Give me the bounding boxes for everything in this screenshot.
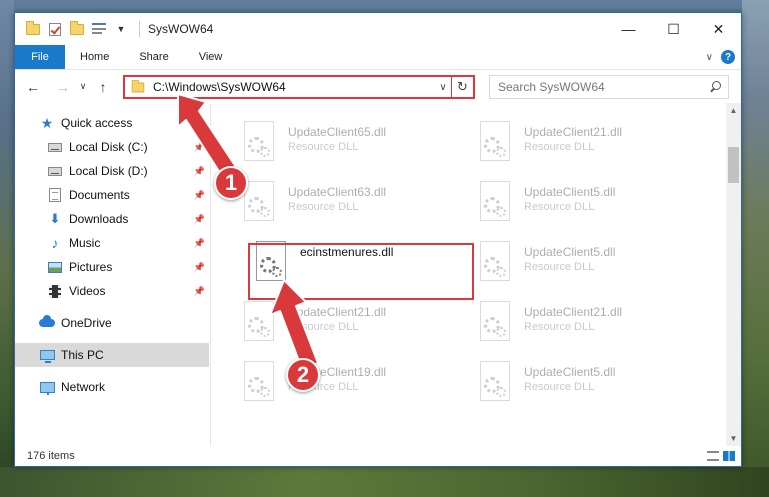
- annotation-badge-2: 2: [286, 358, 320, 392]
- annotation-arrows: [177, 93, 319, 370]
- arrow-2: [269, 279, 319, 370]
- arrow-1: [177, 93, 237, 177]
- annotation-badge-1: 1: [214, 166, 248, 200]
